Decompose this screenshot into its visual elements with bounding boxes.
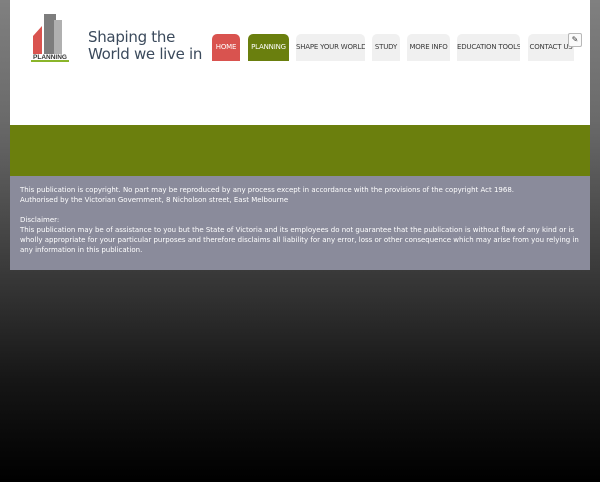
copyright-notice: This publication is copyright. No part m… [20,186,514,194]
nav-shape-your-world[interactable]: SHAPE YOUR WORLD [296,34,365,61]
site-header: PLANNING Shaping the World we live in HO… [10,0,590,125]
nav-more-info[interactable]: MORE INFO [407,34,450,61]
disclaimer-heading: Disclaimer: [20,216,60,224]
site-footer: This publication is copyright. No part m… [10,176,590,270]
footer-spacer [20,205,580,215]
nav-home[interactable]: HOME [212,34,240,61]
green-banner [10,125,590,176]
main-navigation: HOME PLANNING SHAPE YOUR WORLD STUDY MOR… [10,34,590,61]
disclaimer-text: This publication may be of assistance to… [20,226,579,254]
authorised-notice: Authorised by the Victorian Government, … [20,196,289,204]
nav-education-tools[interactable]: EDUCATION TOOLS [457,34,520,61]
edit-button[interactable]: ✎ [568,33,582,47]
nav-study[interactable]: STUDY [372,34,400,61]
nav-planning[interactable]: PLANNING [248,34,289,61]
page-container: PLANNING Shaping the World we live in HO… [10,0,590,270]
pencil-icon: ✎ [571,35,579,44]
